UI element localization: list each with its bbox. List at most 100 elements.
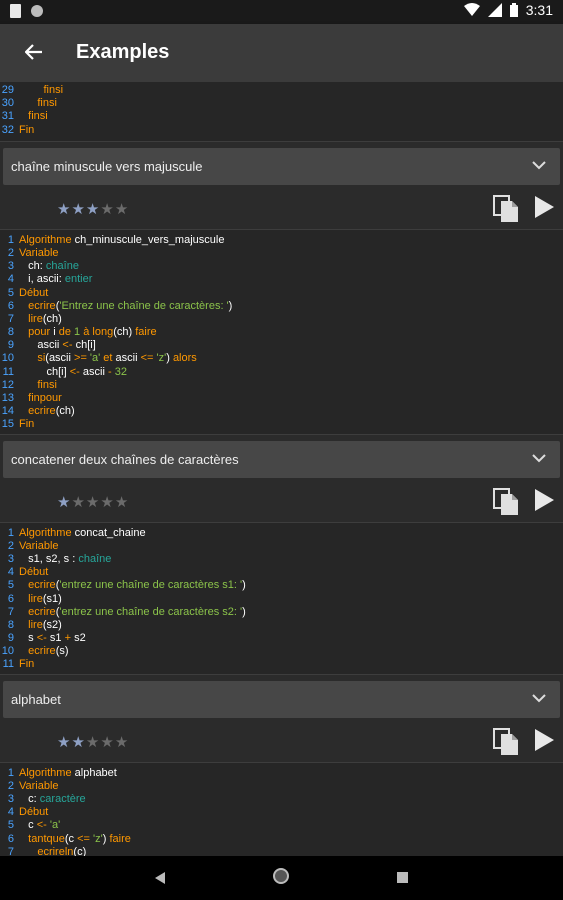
divider xyxy=(0,140,563,142)
code-token: [i] xyxy=(58,365,70,378)
line-number: 32 xyxy=(1,123,14,136)
play-icon[interactable] xyxy=(533,195,555,219)
code-token: ) xyxy=(58,312,62,325)
star-icon[interactable]: ★ xyxy=(86,493,99,511)
code-line: 1 Algorithme concat_chaine xyxy=(0,527,563,540)
code-token: ch xyxy=(19,365,59,378)
code-line: 9 ascii <- ch [i] xyxy=(0,339,563,352)
code-token: ecrireln xyxy=(19,845,74,856)
line-number: 2 xyxy=(7,539,14,552)
line-number: 1 xyxy=(7,233,14,246)
code-token: <- xyxy=(36,632,50,645)
star-icon[interactable]: ★ xyxy=(57,200,70,218)
page-title: Examples xyxy=(76,41,170,63)
example-actions: ★ ★ ★ ★ ★ xyxy=(0,185,563,229)
star-icon[interactable]: ★ xyxy=(100,733,113,751)
code-token: ) xyxy=(228,299,233,312)
star-icon[interactable]: ★ xyxy=(71,733,84,751)
play-icon[interactable] xyxy=(533,488,555,512)
code-line: 5 ecrire('entrez une chaîne de caractère… xyxy=(0,579,563,592)
line-number: 11 xyxy=(2,365,14,378)
code-line: 7 lire(ch) xyxy=(0,313,563,326)
code-token: s2 xyxy=(45,552,58,565)
code-token: [i] xyxy=(87,339,96,352)
chevron-down-icon[interactable] xyxy=(532,693,546,703)
line-number: 29 xyxy=(1,84,14,96)
star-icon[interactable]: ★ xyxy=(86,200,99,218)
code-token: finsi xyxy=(19,378,57,391)
rating-stars[interactable]: ★ ★ ★ ★ ★ xyxy=(57,493,128,511)
code-token: ) xyxy=(82,845,87,856)
star-icon[interactable]: ★ xyxy=(100,493,113,511)
divider xyxy=(0,673,563,675)
code-token: caractère xyxy=(39,793,86,805)
code-token: + xyxy=(64,632,75,645)
star-icon[interactable]: ★ xyxy=(71,493,84,511)
app-bar: Examples xyxy=(0,24,563,82)
code-token: ch xyxy=(116,326,129,339)
line-number: 3 xyxy=(7,793,14,805)
star-icon[interactable]: ★ xyxy=(115,733,128,751)
code-token: <= xyxy=(140,352,157,365)
chevron-down-icon[interactable] xyxy=(532,160,546,170)
copy-icon[interactable] xyxy=(493,727,519,756)
back-button[interactable] xyxy=(20,38,48,66)
code-token: ) xyxy=(242,605,246,618)
star-icon[interactable]: ★ xyxy=(100,200,113,218)
code-token: entier xyxy=(64,273,93,286)
line-number: 5 xyxy=(7,579,14,592)
star-icon[interactable]: ★ xyxy=(115,493,128,511)
code-token: pour xyxy=(19,326,54,339)
code-token: <- xyxy=(36,819,50,832)
star-icon[interactable]: ★ xyxy=(57,493,70,511)
code-token: 'entrez une chaîne de caractères s1: ' xyxy=(59,579,243,592)
examples-list[interactable]: 29 finsi 30 finsi 31 finsi 32 Fin chaîne min… xyxy=(0,82,563,856)
chevron-down-icon[interactable] xyxy=(532,453,546,463)
code-line: 10 ecrire(s) xyxy=(0,645,563,658)
example-selector[interactable]: concatener deux chaînes de caractères xyxy=(3,440,560,478)
code-token: Début xyxy=(19,806,49,819)
code-token: i xyxy=(19,273,31,286)
code-token: ecrire xyxy=(19,645,56,658)
nav-home-icon[interactable] xyxy=(273,868,289,884)
code-line: 32 Fin xyxy=(0,124,563,137)
star-icon[interactable]: ★ xyxy=(86,733,99,751)
status-bar: 3:31 xyxy=(0,0,563,24)
copy-icon[interactable] xyxy=(493,487,519,516)
copy-icon[interactable] xyxy=(493,194,519,223)
code-token: ascii xyxy=(36,273,59,286)
code-token: ecrire xyxy=(19,605,56,618)
status-time: 3:31 xyxy=(525,2,553,18)
code-token: 'a' xyxy=(89,352,104,365)
example-selector[interactable]: chaîne minuscule vers majuscule xyxy=(3,147,560,185)
example-selector[interactable]: alphabet xyxy=(3,680,560,718)
line-number: 4 xyxy=(7,566,14,579)
nav-recents-icon[interactable] xyxy=(397,872,408,883)
code-block-previous: 29 finsi 30 finsi 31 finsi 32 Fin xyxy=(0,82,563,141)
play-icon[interactable] xyxy=(533,728,555,752)
example-title: alphabet xyxy=(11,691,61,707)
code-token: finsi xyxy=(19,110,48,123)
rating-stars[interactable]: ★ ★ ★ ★ ★ xyxy=(57,733,128,751)
line-number: 2 xyxy=(7,779,14,792)
line-number: 15 xyxy=(1,418,14,431)
code-token: 'a' xyxy=(49,819,61,832)
code-block: 1 Algorithme alphabet 2 Variable 3 c: caract… xyxy=(0,762,563,856)
arrow-back-icon xyxy=(25,44,42,60)
code-line: 13 finpour xyxy=(0,392,563,405)
star-icon[interactable]: ★ xyxy=(115,200,128,218)
code-token: ) xyxy=(242,579,246,592)
code-token: Début xyxy=(19,566,49,579)
code-token: Variable xyxy=(19,539,59,552)
rating-stars[interactable]: ★ ★ ★ ★ ★ xyxy=(57,200,128,218)
code-token: ) xyxy=(166,352,173,365)
navigation-bar xyxy=(0,856,563,900)
line-number: 14 xyxy=(1,405,14,418)
star-icon[interactable]: ★ xyxy=(57,733,70,751)
line-number: 7 xyxy=(7,605,14,618)
code-token: c xyxy=(19,793,34,805)
star-icon[interactable]: ★ xyxy=(71,200,84,218)
code-token: lire xyxy=(19,618,43,631)
nav-back-icon[interactable] xyxy=(155,872,165,884)
code-line: 4 i, ascii: entier xyxy=(0,273,563,286)
